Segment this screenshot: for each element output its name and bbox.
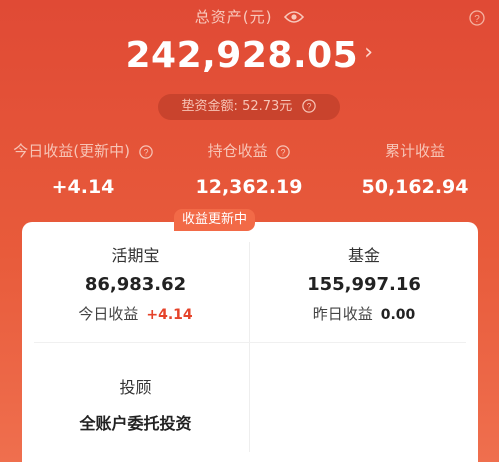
today-earnings-label-text: 今日收益(更新中): [13, 142, 130, 160]
fund-sub-label: 昨日收益: [312, 305, 373, 323]
assets-card: 活期宝 86,983.62 今日收益 +4.14 收益更新中 基金 155,997…: [22, 209, 478, 462]
fund-yesterday-earnings: 昨日收益 0.00: [250, 303, 478, 324]
help-icon[interactable]: ?: [276, 145, 291, 159]
huoqibao-entry[interactable]: 活期宝 86,983.62 今日收益 +4.14: [22, 242, 249, 324]
cumulative-earnings-value: 50,162.94: [361, 176, 469, 198]
svg-text:?: ?: [474, 14, 480, 25]
cumulative-earnings[interactable]: 累计收益 50,162.94: [332, 140, 498, 198]
advance-label: 垫资金额:: [181, 99, 238, 114]
today-earnings[interactable]: 今日收益(更新中) ? +4.14: [0, 140, 166, 198]
advisor-subtitle: 全账户委托投资: [79, 414, 192, 433]
updating-badge: 收益更新中: [174, 209, 256, 231]
total-assets-amount: 242,928.05: [125, 35, 359, 76]
holding-earnings-label: 持仓收益 ?: [166, 140, 332, 162]
huoqibao-title: 活期宝: [111, 246, 160, 265]
svg-text:?: ?: [281, 148, 286, 158]
today-earnings-label: 今日收益(更新中) ?: [0, 140, 166, 162]
cumulative-earnings-label: 累计收益: [384, 142, 445, 160]
help-icon[interactable]: ?: [139, 145, 153, 159]
eye-icon[interactable]: [284, 10, 305, 28]
holding-earnings-label-text: 持仓收益: [207, 142, 268, 160]
fund-title: 基金: [347, 246, 380, 265]
svg-text:?: ?: [307, 102, 312, 112]
chevron-right-icon: ›: [364, 40, 374, 65]
total-assets-label: 总资产(元): [0, 6, 499, 28]
huoqibao-amount: 86,983.62: [84, 274, 187, 295]
fund-sub-value: 0.00: [380, 307, 416, 323]
fund-entry[interactable]: 基金 155,997.16 昨日收益 0.00: [250, 242, 478, 324]
today-earnings-value: +4.14: [51, 176, 115, 198]
advisor-entry[interactable]: 投顾 全账户委托投资: [22, 374, 249, 434]
help-icon[interactable]: ?: [469, 10, 485, 26]
fund-amount: 155,997.16: [307, 274, 421, 295]
huoqibao-sub-label: 今日收益: [78, 305, 139, 323]
total-assets-value[interactable]: 242,928.05 ›: [0, 35, 499, 76]
huoqibao-sub-value: +4.14: [146, 307, 193, 323]
divider-horizontal: [34, 342, 466, 343]
huoqibao-today-earnings: 今日收益 +4.14: [22, 303, 249, 324]
advance-amount-pill[interactable]: 垫资金额: 52.73元 ?: [158, 94, 340, 120]
advisor-title: 投顾: [119, 378, 152, 397]
advance-value: 52.73元: [242, 99, 293, 114]
svg-text:?: ?: [143, 148, 148, 158]
total-assets-label-text: 总资产(元): [194, 8, 273, 26]
holding-earnings-value: 12,362.19: [195, 176, 303, 198]
holding-earnings[interactable]: 持仓收益 ? 12,362.19: [166, 140, 332, 198]
help-icon[interactable]: ?: [302, 97, 317, 123]
